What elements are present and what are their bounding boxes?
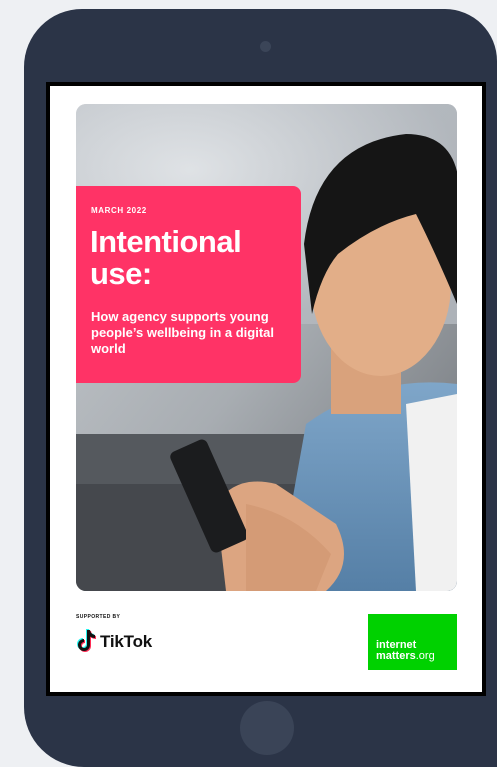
report-cover: MARCH 2022 Intentional use: How agency s… (50, 86, 482, 692)
logo-line-matters: matters.org (376, 651, 435, 662)
home-button[interactable] (240, 701, 294, 755)
tiktok-note-icon (77, 629, 96, 652)
tiktok-wordmark: TikTok (100, 632, 153, 651)
front-camera (260, 41, 271, 52)
internet-matters-logo: internet matters.org (368, 614, 457, 670)
report-date: MARCH 2022 (91, 206, 147, 215)
title-card: MARCH 2022 Intentional use: How agency s… (76, 186, 301, 383)
report-subtitle: How agency supports young people’s wellb… (91, 309, 274, 356)
logo-suffix-org: .org (415, 650, 435, 662)
supported-by-label: SUPPORTED BY (76, 614, 121, 620)
tiktok-logo: TikTok (76, 629, 186, 653)
report-title: Intentional use: (90, 224, 242, 291)
tablet-screen: MARCH 2022 Intentional use: How agency s… (46, 82, 486, 696)
logo-word-matters: matters (376, 650, 416, 662)
